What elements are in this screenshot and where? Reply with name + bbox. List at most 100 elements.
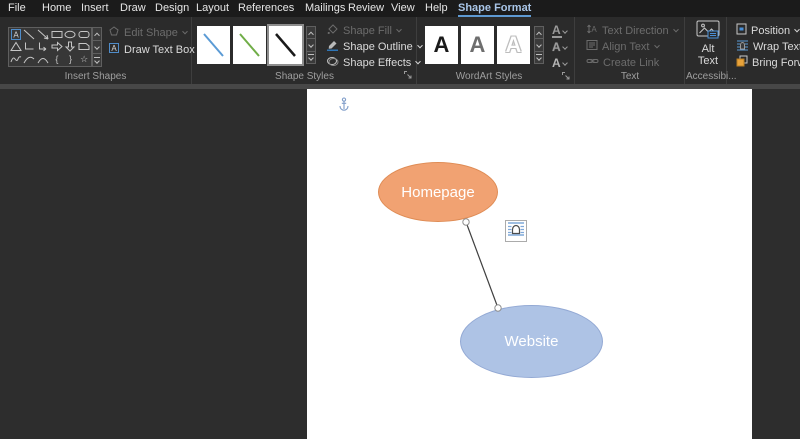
tab-home[interactable]: Home [42, 0, 71, 17]
line-arrow-icon[interactable] [36, 28, 50, 41]
group-shape-styles: Shape Fill Shape Outline Shape Effects S… [193, 17, 417, 84]
shape-fill-icon [326, 23, 339, 38]
wordart-dialog-launcher[interactable] [561, 68, 571, 78]
ribbon-tab-bar: File Home Insert Draw Design Layout Refe… [0, 0, 800, 17]
wordart-scroll-down-button[interactable] [534, 39, 544, 51]
website-ellipse-shape[interactable]: Website [460, 305, 603, 378]
svg-text:A: A [591, 25, 597, 34]
align-text-button[interactable]: Align Text [586, 39, 659, 54]
text-outline-button[interactable]: A [552, 39, 567, 54]
wordart-group-label: WordArt Styles [418, 71, 560, 82]
bring-forward-icon [736, 55, 748, 70]
wordart-gallery-scroll [534, 26, 544, 64]
shape-style-preview-1[interactable] [197, 26, 230, 64]
tab-layout[interactable]: Layout [196, 0, 229, 17]
tab-references[interactable]: References [238, 0, 294, 17]
wordart-style-preview-1[interactable]: A [425, 26, 458, 64]
text-direction-button[interactable]: A Text Direction [586, 23, 678, 38]
wrap-text-button[interactable]: Wrap Text [736, 39, 800, 54]
svg-text:A: A [13, 30, 19, 39]
group-text: A Text Direction Align Text Create Link … [576, 17, 685, 84]
create-link-button[interactable]: Create Link [586, 55, 659, 70]
elbow-connector-icon[interactable] [23, 41, 37, 54]
elbow-arrow-connector-icon[interactable] [36, 41, 50, 54]
oval-icon[interactable] [64, 28, 78, 41]
right-brace-icon[interactable]: } [64, 53, 78, 66]
tab-view[interactable]: View [391, 0, 415, 17]
object-anchor-icon [338, 97, 350, 116]
text-direction-icon: A [586, 23, 598, 38]
tab-file[interactable]: File [8, 0, 26, 17]
homepage-ellipse-shape[interactable]: Homepage [378, 162, 498, 222]
position-icon [736, 23, 747, 38]
text-box-icon[interactable]: A [9, 28, 23, 41]
shape-styles-group-label: Shape Styles [193, 71, 416, 82]
alt-text-icon [696, 20, 720, 43]
text-fill-button[interactable]: A [552, 23, 567, 38]
tab-draw[interactable]: Draw [120, 0, 146, 17]
styles-more-button[interactable] [306, 52, 316, 64]
tab-shape-format[interactable]: Shape Format [458, 0, 531, 17]
wordart-style-preview-2[interactable]: A [461, 26, 494, 64]
connector-line[interactable] [307, 89, 752, 439]
edit-shape-icon [108, 25, 120, 40]
alt-text-button[interactable]: Alt Text [692, 20, 724, 66]
tab-design[interactable]: Design [155, 0, 189, 17]
shape-styles-scroll [306, 26, 316, 64]
website-shape-label: Website [505, 333, 559, 350]
triangle-icon[interactable] [9, 41, 23, 54]
arc-icon[interactable] [36, 53, 50, 66]
gallery-scroll-up-button[interactable] [92, 27, 102, 41]
tab-mailings[interactable]: Mailings [305, 0, 345, 17]
text-group-label: Text [576, 71, 684, 82]
left-brace-icon[interactable]: { [50, 53, 64, 66]
word-window: File Home Insert Draw Design Layout Refe… [0, 0, 800, 439]
wordart-scroll-up-button[interactable] [534, 26, 544, 39]
wordart-style-preview-3[interactable]: A [497, 26, 530, 64]
star-icon[interactable]: ☆ [77, 53, 91, 66]
gallery-scroll-down-button[interactable] [92, 41, 102, 54]
shape-style-preview-3-selected[interactable] [269, 26, 302, 64]
document-page[interactable]: Homepage Website [307, 89, 752, 439]
group-insert-shapes: A { } ☆ [0, 17, 192, 84]
snip-corner-rectangle-icon[interactable] [77, 41, 91, 54]
text-outline-icon: A [552, 40, 561, 54]
right-arrow-icon[interactable] [50, 41, 64, 54]
curve-icon[interactable] [23, 53, 37, 66]
wordart-more-button[interactable] [534, 52, 544, 64]
draw-text-box-icon: A [108, 42, 120, 57]
document-area: Homepage Website [0, 89, 800, 439]
line-icon[interactable] [23, 28, 37, 41]
scribble-icon[interactable] [9, 53, 23, 66]
shape-outline-icon [326, 39, 339, 54]
shape-fill-button[interactable]: Shape Fill [326, 23, 401, 38]
bring-forward-button[interactable]: Bring Forward [736, 55, 800, 70]
accessibility-group-label: Accessibi... [686, 71, 726, 82]
insert-shapes-group-label: Insert Shapes [0, 71, 191, 82]
svg-text:A: A [111, 44, 117, 53]
draw-text-box-button[interactable]: A Draw Text Box [108, 42, 195, 57]
shape-style-preview-2[interactable] [233, 26, 266, 64]
shape-outline-button[interactable]: Shape Outline [326, 39, 422, 54]
ribbon: A { } ☆ [0, 17, 800, 84]
tab-help[interactable]: Help [425, 0, 448, 17]
group-wordart-styles: A A A A A A WordArt Styles [418, 17, 575, 84]
down-arrow-icon[interactable] [64, 41, 78, 54]
create-link-icon [586, 55, 599, 70]
text-fill-icon: A [552, 23, 561, 39]
align-text-icon [586, 39, 598, 54]
layout-options-icon [507, 220, 525, 243]
group-accessibility: Alt Text Accessibi... [686, 17, 727, 84]
position-button[interactable]: Position [736, 23, 799, 38]
styles-scroll-down-button[interactable] [306, 39, 316, 51]
shape-gallery: A { } ☆ [8, 27, 92, 67]
gallery-more-button[interactable] [92, 54, 102, 67]
tab-insert[interactable]: Insert [81, 0, 109, 17]
tab-review[interactable]: Review [348, 0, 384, 17]
rounded-rectangle-icon[interactable] [77, 28, 91, 41]
connector-endpoint-top [463, 219, 469, 225]
styles-scroll-up-button[interactable] [306, 26, 316, 39]
rectangle-icon[interactable] [50, 28, 64, 41]
edit-shape-button[interactable]: Edit Shape [108, 25, 187, 40]
layout-options-button[interactable] [505, 220, 527, 242]
